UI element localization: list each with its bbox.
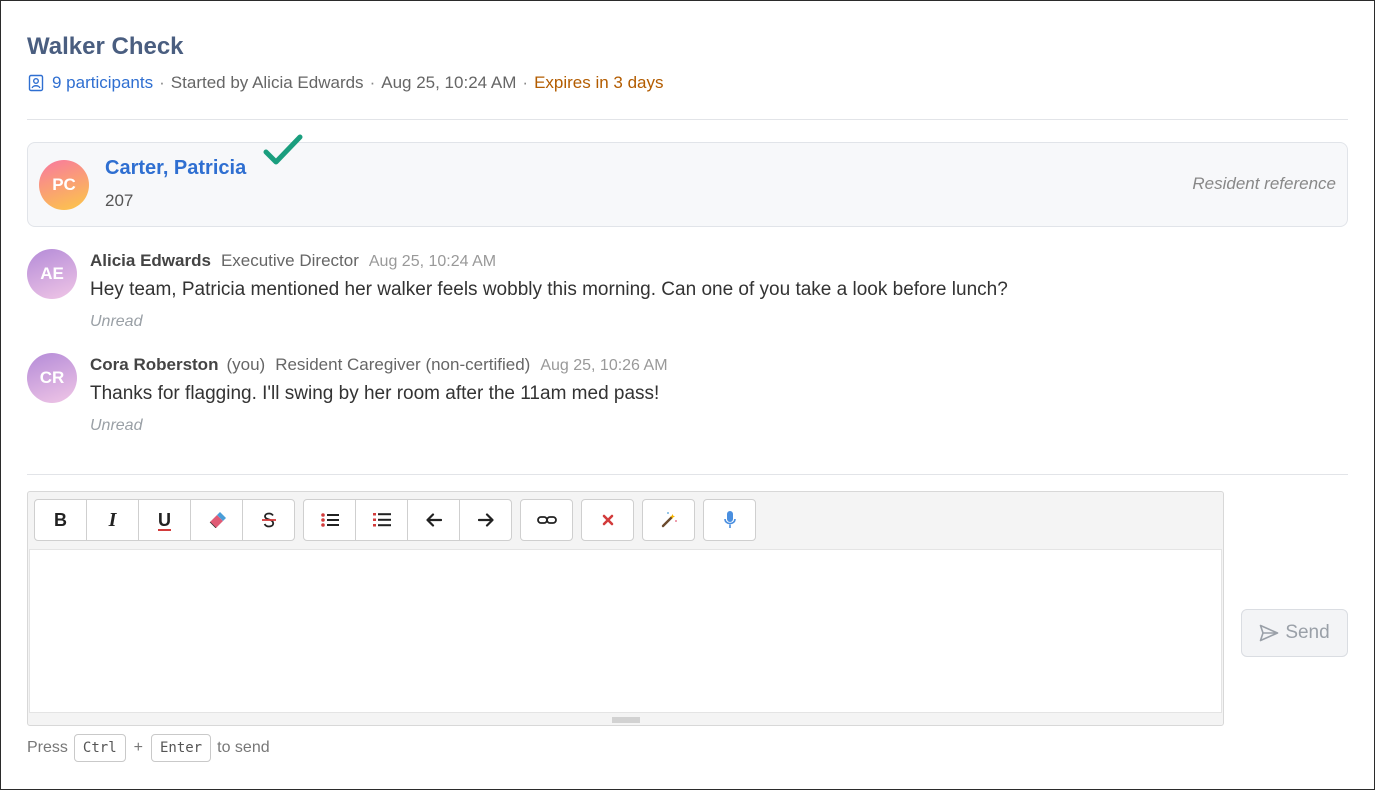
kbd-ctrl: Ctrl	[73, 734, 126, 762]
indent-button[interactable]	[459, 499, 512, 541]
avatar: AE	[27, 249, 77, 299]
sender-name: Cora Roberston	[90, 355, 219, 374]
link-group	[520, 499, 573, 541]
participants-link[interactable]: 9 participants	[52, 73, 153, 93]
paper-plane-icon	[1260, 624, 1279, 642]
divider	[27, 119, 1348, 120]
format-group: B I U	[34, 499, 295, 541]
link-button[interactable]	[520, 499, 573, 541]
outdent-button[interactable]	[407, 499, 460, 541]
kbd-enter: Enter	[150, 734, 212, 762]
started-by: Started by Alicia Edwards	[170, 73, 364, 92]
keyboard-hint: Press Ctrl + Enter to send	[27, 734, 270, 762]
resident-name-link[interactable]: Carter, Patricia	[105, 157, 246, 180]
sender-role: Executive Director	[220, 251, 359, 270]
strikethrough-icon	[261, 512, 276, 528]
editor-toolbar: B I U	[34, 499, 764, 541]
italic-button[interactable]: I	[86, 499, 139, 541]
resize-handle-icon[interactable]	[612, 717, 640, 723]
read-status: Unread	[90, 313, 143, 330]
indent-arrow-icon	[477, 513, 494, 527]
read-status: Unread	[90, 417, 143, 434]
eraser-button[interactable]	[190, 499, 243, 541]
bold-icon: B	[54, 509, 67, 530]
message-editor: B I U	[27, 491, 1224, 726]
send-button[interactable]: Send	[1241, 609, 1348, 657]
hint-suffix: to send	[217, 739, 270, 756]
thread-meta: 9 participants · Started by Alicia Edwar…	[28, 73, 664, 93]
message-body: Thanks for flagging. I'll swing by her r…	[90, 383, 660, 404]
microphone-button[interactable]	[703, 499, 756, 541]
magic-wand-button[interactable]	[642, 499, 695, 541]
mic-group	[703, 499, 756, 541]
underline-icon: U	[158, 509, 171, 530]
list-group	[303, 499, 512, 541]
link-icon	[536, 516, 557, 524]
numbered-list-icon	[372, 513, 391, 527]
italic-icon: I	[108, 508, 117, 531]
wand-group	[642, 499, 695, 541]
message-header: Cora Roberston (you) Resident Caregiver (n…	[90, 355, 668, 375]
send-label: Send	[1285, 622, 1330, 643]
remove-group	[581, 499, 634, 541]
checkmark-icon	[263, 134, 303, 165]
hint-press: Press	[27, 739, 68, 756]
started-at: Aug 25, 10:24 AM	[381, 73, 517, 92]
sender-name: Alicia Edwards	[90, 251, 211, 270]
bulleted-list-button[interactable]	[303, 499, 356, 541]
magic-wand-icon	[661, 512, 677, 528]
meta-separator: ·	[369, 73, 376, 92]
strikethrough-button[interactable]	[242, 499, 295, 541]
resident-card: PC Carter, Patricia 207 Resident referen…	[27, 134, 1348, 227]
remove-format-button[interactable]	[581, 499, 634, 541]
numbered-list-button[interactable]	[355, 499, 408, 541]
avatar: PC	[39, 160, 89, 210]
remove-format-icon	[602, 514, 613, 526]
thread-title: Walker Check	[27, 33, 184, 60]
sender-role: Resident Caregiver (non-certified)	[275, 355, 531, 374]
resident-reference-label: Resident reference	[1192, 174, 1336, 193]
message-time: Aug 25, 10:24 AM	[368, 253, 497, 270]
outdent-arrow-icon	[425, 513, 442, 527]
avatar: CR	[27, 353, 77, 403]
message-text-area[interactable]	[29, 549, 1222, 713]
underline-button[interactable]: U	[138, 499, 191, 541]
expires-label: Expires in 3 days	[534, 73, 664, 92]
message-body: Hey team, Patricia mentioned her walker …	[90, 279, 1008, 300]
microphone-icon	[723, 511, 736, 528]
resident-room: 207	[105, 191, 134, 210]
bold-button[interactable]: B	[34, 499, 87, 541]
meta-separator: ·	[522, 73, 529, 92]
message-header: Alicia Edwards Executive Director Aug 25, …	[90, 251, 496, 271]
divider	[27, 474, 1348, 475]
eraser-icon	[209, 512, 226, 528]
message-time: Aug 25, 10:26 AM	[540, 357, 668, 374]
bulleted-list-icon	[320, 513, 339, 527]
you-label: (you)	[226, 355, 266, 374]
hint-plus: +	[133, 739, 143, 756]
meta-separator: ·	[159, 73, 165, 92]
participants-icon	[28, 74, 44, 92]
